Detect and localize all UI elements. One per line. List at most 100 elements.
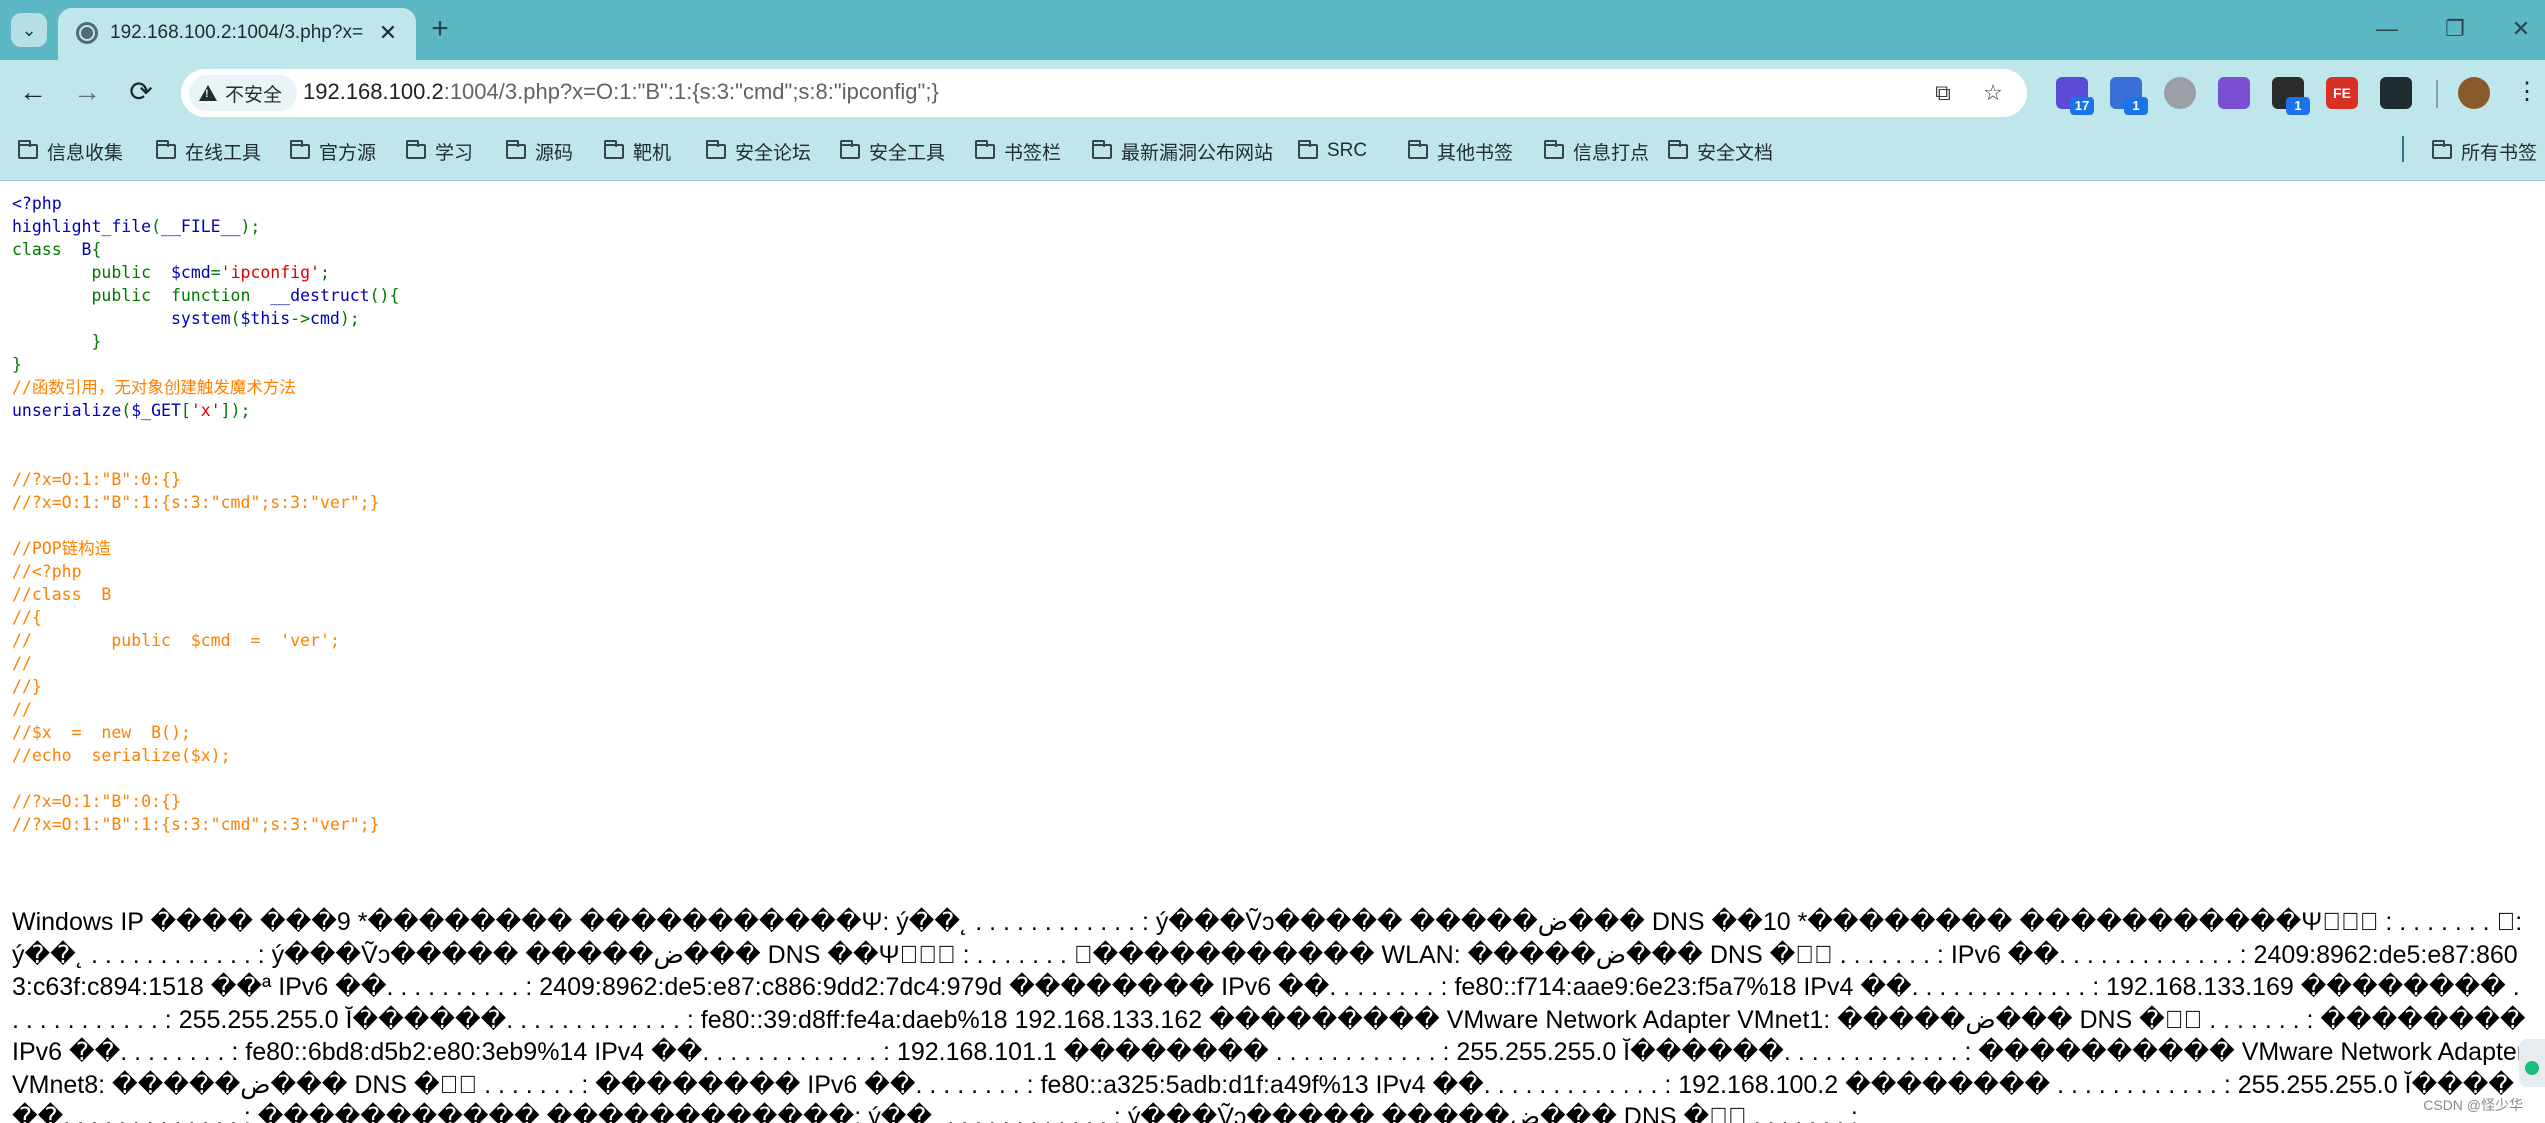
code-token: public xyxy=(12,263,171,282)
code-line: //echo serialize($x); xyxy=(12,744,1412,767)
code-token: ; xyxy=(319,263,330,282)
bookmarks-separator xyxy=(2402,136,2404,162)
forward-button[interactable]: → xyxy=(70,76,104,110)
bookmark-folder[interactable]: 书签栏 xyxy=(975,136,1061,166)
bookmark-label: 源码 xyxy=(535,142,574,164)
code-token: system xyxy=(170,309,231,328)
code-token: //{ xyxy=(12,608,42,627)
bookmark-folder[interactable]: 最新漏洞公布网站 xyxy=(1092,136,1273,166)
bookmark-star-icon[interactable]: ☆ xyxy=(1979,79,2007,107)
extension-badge: 1 xyxy=(2124,97,2148,115)
folder-icon xyxy=(706,139,726,159)
code-token: ]); xyxy=(220,401,251,420)
code-line: public $cmd='ipconfig'; xyxy=(12,261,1412,284)
folder-icon xyxy=(975,139,995,159)
code-token: ( xyxy=(151,217,162,236)
code-token: highlight_file xyxy=(12,217,152,236)
folder-icon xyxy=(290,139,310,159)
code-line: //<?php xyxy=(12,560,1412,583)
menu-kebab-icon[interactable]: ⋮ xyxy=(2510,76,2544,110)
folder-icon xyxy=(1544,139,1564,159)
code-token: //?x=O:1:"B":1:{s:3:"cmd";s:3:"ver";} xyxy=(12,815,380,834)
bookmark-folder[interactable]: 源码 xyxy=(506,136,573,166)
folder-icon xyxy=(1298,139,1318,159)
bookmark-folder[interactable]: 安全工具 xyxy=(840,136,945,166)
side-panel-toggle[interactable] xyxy=(2519,1039,2545,1087)
code-token: //<?php xyxy=(12,562,82,581)
profile-avatar[interactable] xyxy=(2458,77,2490,109)
extension-badge: 1 xyxy=(2286,97,2310,115)
code-token: // xyxy=(12,654,32,673)
code-line: //POP链构造 xyxy=(12,537,1412,560)
bookmark-label: 信息收集 xyxy=(47,142,124,164)
bookmark-label: 官方源 xyxy=(319,142,377,164)
folder-icon xyxy=(2432,139,2452,159)
back-button[interactable]: ← xyxy=(16,76,50,110)
code-token: public function xyxy=(12,286,271,305)
php-source-code: <?php highlight_file(__FILE__); class B{ p… xyxy=(12,192,1412,836)
bookmark-folder[interactable]: SRC xyxy=(1298,136,1367,166)
code-line: highlight_file(__FILE__); xyxy=(12,215,1412,238)
all-bookmarks-label: 所有书签 xyxy=(2461,142,2538,164)
tab-strip: ⌄ 192.168.100.2:1004/3.php?x= ✕ + — ❐ ✕ xyxy=(0,0,2545,60)
all-bookmarks[interactable]: 所有书签 xyxy=(2432,136,2537,166)
address-bar[interactable]: 不安全 192.168.100.2:1004/3.php?x=O:1:"B":1… xyxy=(181,69,2027,117)
puzzle-icon[interactable] xyxy=(2380,77,2412,109)
translate-icon[interactable]: ⧉ xyxy=(1929,79,1957,107)
folder-icon xyxy=(506,139,526,159)
restore-button[interactable]: ❐ xyxy=(2432,14,2478,44)
code-line: } xyxy=(12,330,1412,353)
code-line: //{ xyxy=(12,606,1412,629)
minimize-button[interactable]: — xyxy=(2364,14,2410,44)
close-window-button[interactable]: ✕ xyxy=(2498,14,2544,44)
graduation-cap-icon[interactable]: 17 xyxy=(2056,77,2094,115)
circle-icon[interactable] xyxy=(2164,77,2196,109)
toolbar-separator xyxy=(2436,80,2438,108)
code-token: (){ xyxy=(369,286,400,305)
url-host: 192.168.100.2 xyxy=(303,79,444,104)
code-line: //class B xyxy=(12,583,1412,606)
code-token: __destruct xyxy=(270,286,370,305)
url-text[interactable]: 192.168.100.2:1004/3.php?x=O:1:"B":1:{s:… xyxy=(303,79,939,105)
code-line: <?php xyxy=(12,192,1412,215)
bookmark-label: 靶机 xyxy=(633,142,672,164)
bookmark-folder[interactable]: 其他书签 xyxy=(1408,136,1513,166)
bookmark-folder[interactable]: 安全论坛 xyxy=(706,136,811,166)
code-token: cmd xyxy=(310,309,340,328)
code-token: = xyxy=(210,263,221,282)
security-label: 不安全 xyxy=(225,84,283,106)
globe-icon[interactable] xyxy=(2218,77,2250,109)
tab-active[interactable]: 192.168.100.2:1004/3.php?x= ✕ xyxy=(58,8,416,60)
code-token: unserialize xyxy=(12,401,122,420)
reload-button[interactable]: ⟳ xyxy=(124,76,158,110)
bookmark-folder[interactable]: 在线工具 xyxy=(156,136,261,166)
code-token: //class B xyxy=(12,585,112,604)
code-line: // public $cmd = 'ver'; xyxy=(12,629,1412,652)
tab-close-icon[interactable]: ✕ xyxy=(374,19,402,47)
code-token: <?php xyxy=(12,194,62,213)
tab-search-button[interactable]: ⌄ xyxy=(11,13,47,47)
bookmark-label: 信息打点 xyxy=(1573,142,1650,164)
bookmark-folder[interactable]: 靶机 xyxy=(604,136,671,166)
bookmark-folder[interactable]: 信息打点 xyxy=(1544,136,1649,166)
new-tab-button[interactable]: + xyxy=(422,12,458,48)
code-line: // xyxy=(12,698,1412,721)
folder-icon xyxy=(18,139,38,159)
code-line: } xyxy=(12,353,1412,376)
code-token: ); xyxy=(240,217,261,236)
code-token: //echo serialize($x); xyxy=(12,746,231,765)
security-chip[interactable]: 不安全 xyxy=(189,75,297,111)
fe-icon[interactable]: FE xyxy=(2326,77,2358,109)
watermark: CSDN @怪少华 xyxy=(2423,1097,2523,1113)
code-token: ( xyxy=(230,309,241,328)
gt-icon[interactable]: 1 xyxy=(2272,77,2310,115)
bookmark-folder[interactable]: 官方源 xyxy=(290,136,376,166)
bookmark-folder[interactable]: 学习 xyxy=(406,136,473,166)
bookmark-folder[interactable]: 信息收集 xyxy=(18,136,123,166)
cookie-icon[interactable]: 1 xyxy=(2110,77,2148,115)
code-token: } xyxy=(12,355,22,374)
bookmark-label: 安全论坛 xyxy=(735,142,812,164)
bookmark-folder[interactable]: 安全文档 xyxy=(1668,136,1773,166)
